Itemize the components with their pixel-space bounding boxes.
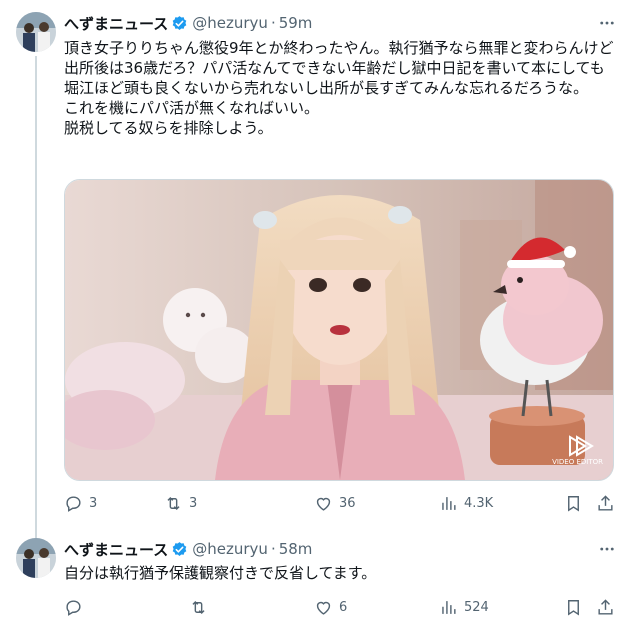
like-icon: [316, 601, 331, 615]
handle[interactable]: @hezuryu: [192, 540, 268, 558]
reply-button[interactable]: [64, 595, 89, 619]
repost-icon: [167, 496, 180, 510]
tweet-2[interactable]: へずまニュース @hezuryu · 58m 自分は執行猶予保護観察付きで反省し…: [0, 530, 638, 632]
share-button[interactable]: [596, 595, 615, 619]
repost-count: 3: [189, 495, 198, 511]
bookmark-button[interactable]: [564, 595, 583, 619]
separator: ·: [270, 540, 276, 558]
like-count: 6: [339, 599, 348, 615]
like-icon: [316, 497, 331, 511]
verified-badge-icon: [172, 15, 187, 30]
tweet-text: 自分は執行猶予保護観察付きで反省してます。: [64, 564, 377, 582]
avatar[interactable]: [16, 12, 56, 52]
like-count: 36: [339, 495, 356, 511]
watermark-label: VIDEO EDITOR: [552, 458, 603, 466]
separator: ·: [270, 14, 276, 32]
share-button[interactable]: [596, 491, 615, 515]
handle[interactable]: @hezuryu: [192, 14, 268, 32]
repost-button[interactable]: 3: [164, 491, 197, 515]
media-image[interactable]: VIDEO EDITOR: [64, 179, 614, 481]
reply-icon: [66, 495, 81, 512]
display-name[interactable]: へずまニュース: [64, 539, 168, 560]
views-count: 4.3K: [464, 495, 494, 511]
action-bar: 6 524: [64, 595, 616, 619]
bookmark-icon: [568, 495, 579, 512]
tweet-text: 頂き女子りりちゃん懲役9年とか終わったやん。執行猶予なら無罪と変わらんけど出所後…: [64, 39, 614, 137]
thread-line: [35, 56, 37, 538]
display-name[interactable]: へずまニュース: [64, 13, 168, 34]
bookmark-button[interactable]: [564, 491, 583, 515]
avatar[interactable]: [16, 538, 56, 578]
timestamp[interactable]: 59m: [279, 14, 313, 32]
action-bar: 3 3 36 4.3K: [64, 491, 616, 515]
reply-button[interactable]: 3: [64, 491, 97, 515]
verified-badge-icon: [172, 541, 187, 556]
share-icon: [598, 598, 613, 615]
views-count: 524: [464, 599, 489, 615]
views-button[interactable]: 4.3K: [439, 491, 493, 515]
tweet-header: へずまニュース @hezuryu · 58m: [64, 538, 312, 560]
like-button[interactable]: 36: [314, 491, 356, 515]
repost-icon: [192, 600, 205, 614]
like-button[interactable]: 6: [314, 595, 347, 619]
reply-icon: [66, 599, 81, 616]
views-icon: [442, 600, 456, 614]
repost-button[interactable]: [189, 595, 214, 619]
tweet-header: へずまニュース @hezuryu · 59m: [64, 12, 312, 34]
media-illustration: [65, 180, 613, 480]
views-button[interactable]: 524: [439, 595, 489, 619]
tweet-1[interactable]: へずまニュース @hezuryu · 59m 頂き女子りりちゃん懲役9年とか終わ…: [0, 0, 638, 538]
share-icon: [598, 494, 613, 511]
reply-count: 3: [89, 495, 98, 511]
bookmark-icon: [568, 599, 579, 616]
more-icon[interactable]: [596, 12, 618, 34]
timestamp[interactable]: 58m: [279, 540, 313, 558]
views-icon: [442, 496, 456, 510]
more-icon[interactable]: [596, 538, 618, 560]
